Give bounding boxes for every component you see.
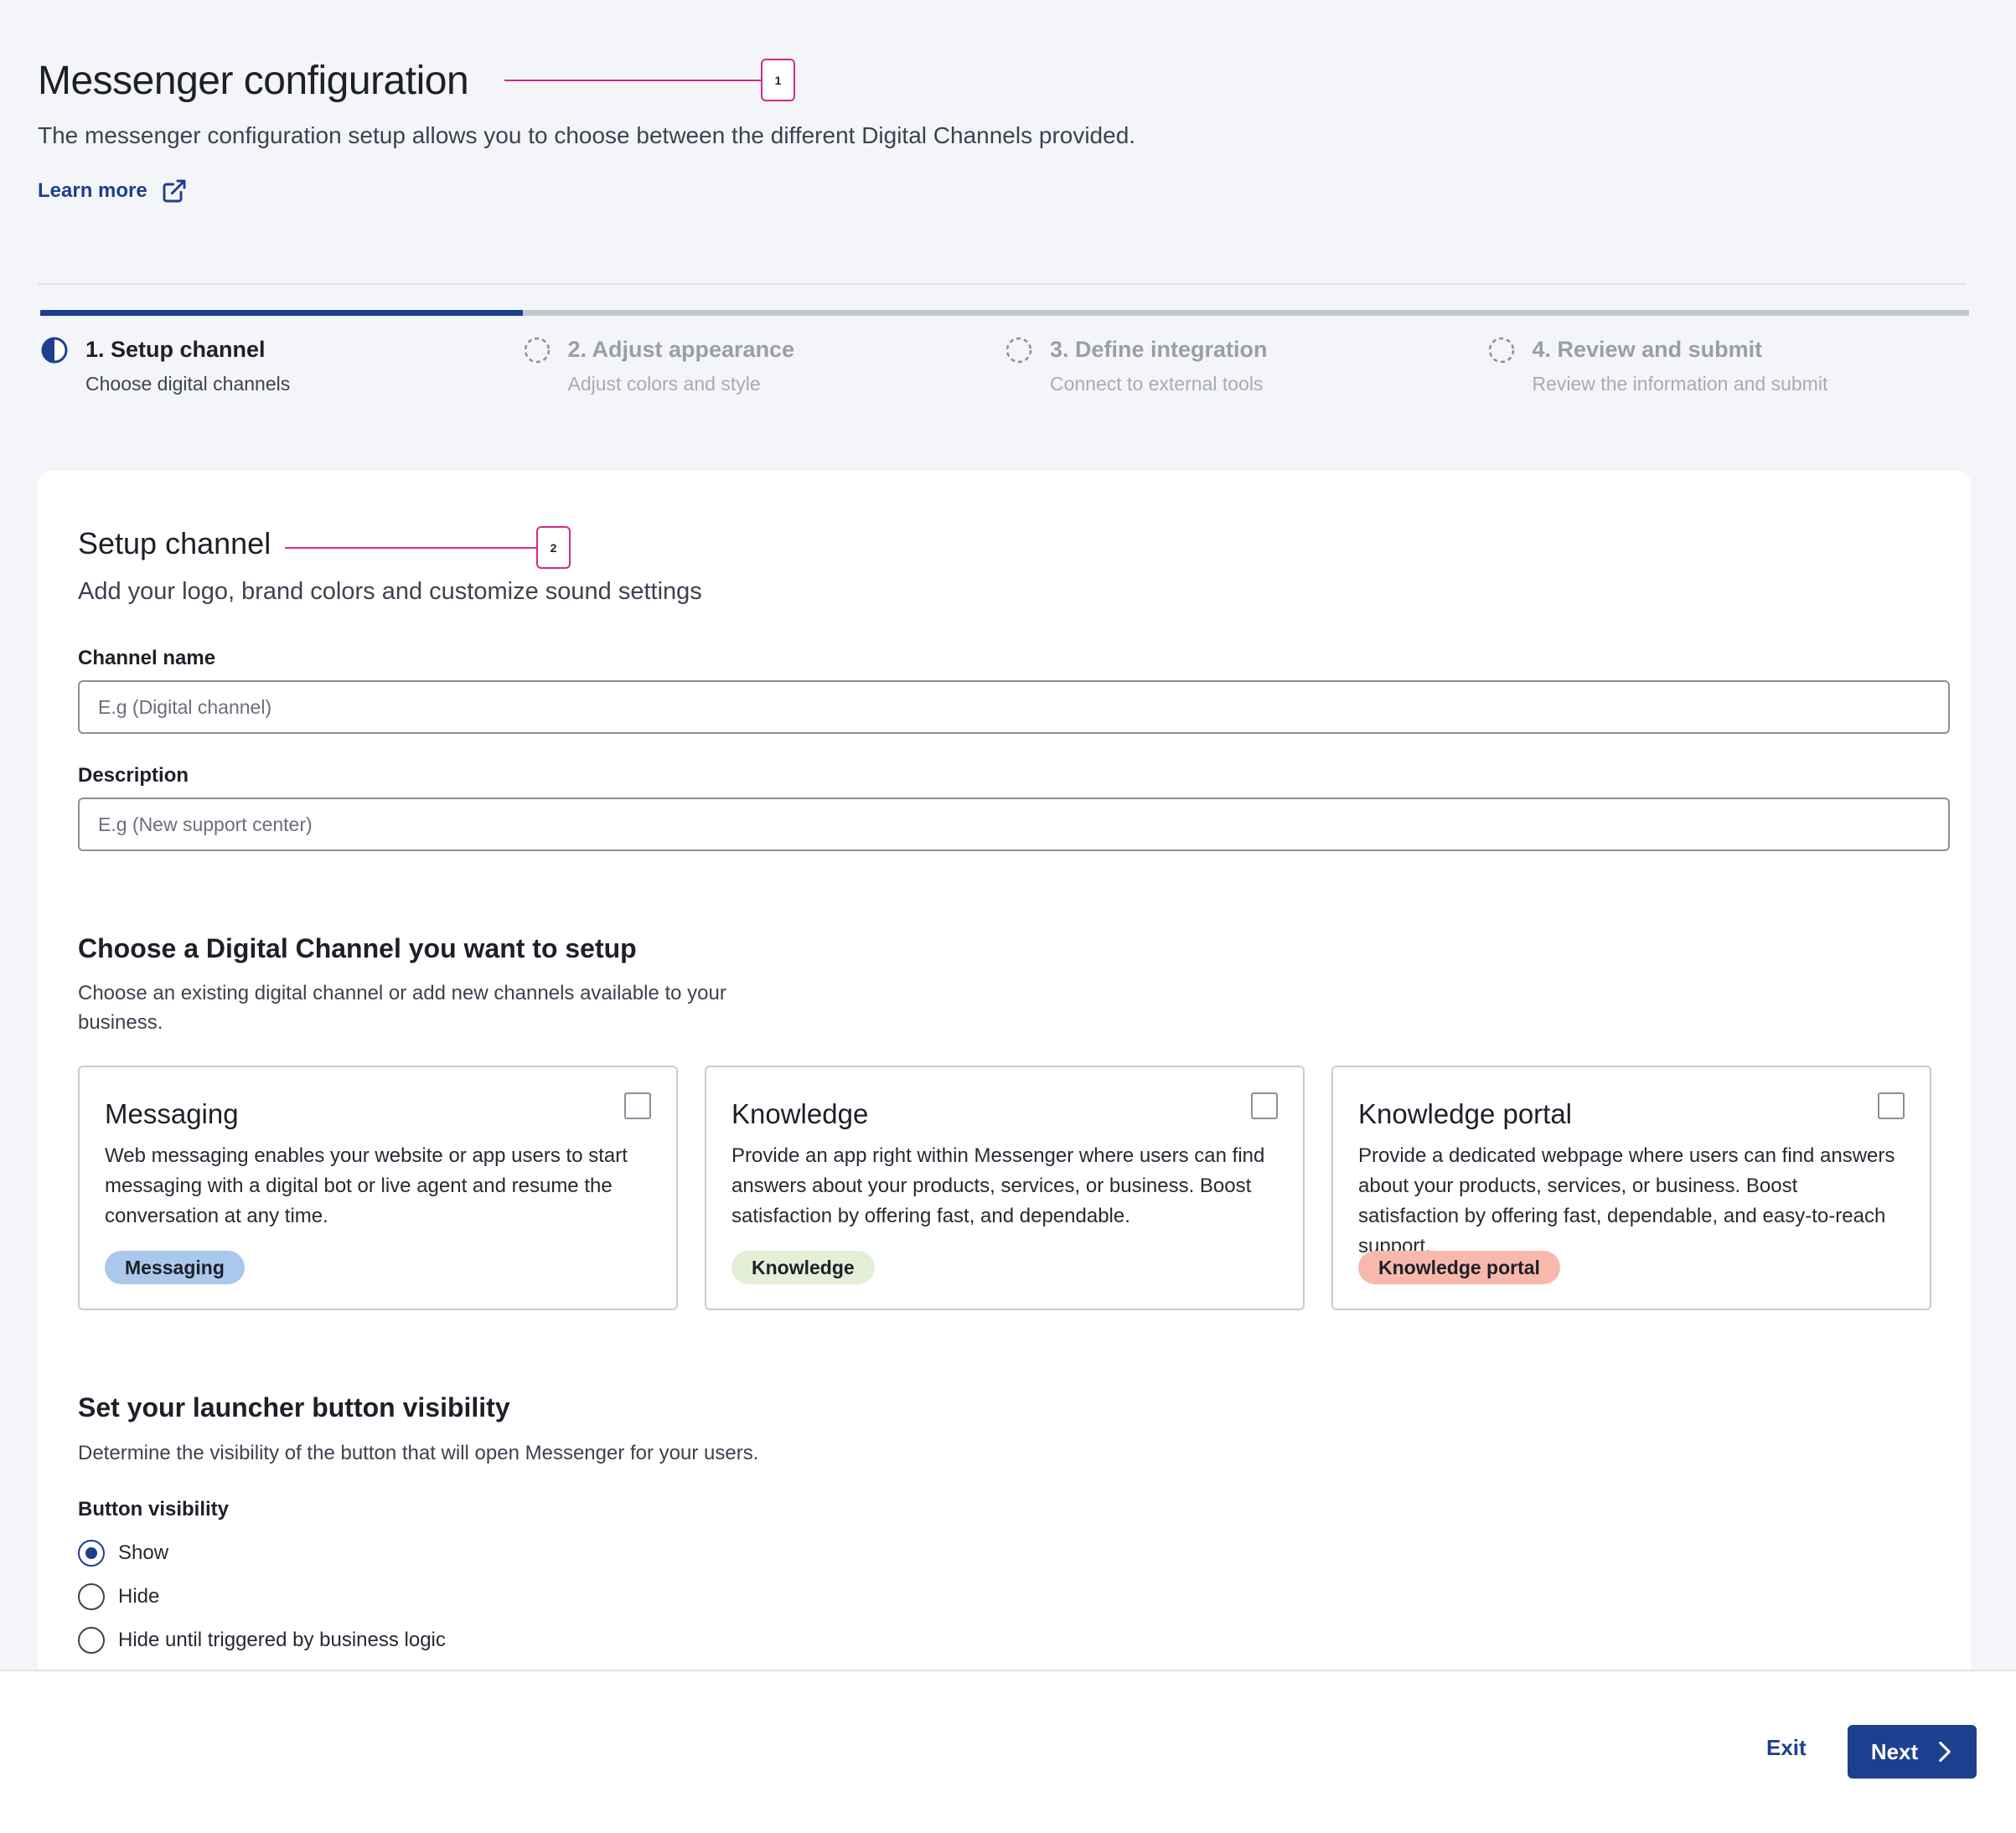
tile-tag: Knowledge [731, 1251, 875, 1284]
step-progress-segment [1005, 310, 1487, 316]
channels-title: Choose a Digital Channel you want to set… [78, 933, 637, 963]
callout-number: 1 [761, 59, 795, 101]
channel-tile-knowledge[interactable]: Knowledge Provide an app right within Me… [705, 1066, 1305, 1310]
launcher-description: Determine the visibility of the button t… [78, 1442, 759, 1464]
tile-title: Messaging [105, 1098, 239, 1129]
step-subtitle: Choose digital channels [85, 373, 291, 395]
channel-name-input[interactable] [78, 680, 1950, 734]
tile-title: Knowledge portal [1358, 1098, 1573, 1129]
learn-more-label: Learn more [38, 179, 147, 202]
step-review-submit[interactable]: 4. Review and submit Review the informat… [1487, 334, 1970, 395]
section-title: Setup channel [78, 526, 271, 560]
tile-description: Provide a dedicated webpage where users … [1358, 1144, 1895, 1257]
tile-checkbox[interactable] [1251, 1092, 1278, 1119]
radio-hide[interactable]: Hide [78, 1575, 446, 1619]
step-subtitle: Adjust colors and style [567, 373, 761, 395]
description-input[interactable] [78, 798, 1950, 851]
setup-card: Setup channel 2 Add your logo, brand col… [38, 471, 1971, 1753]
radio-unselected-icon [78, 1583, 105, 1610]
radio-label: Hide [118, 1585, 160, 1608]
channel-tile-messaging[interactable]: Messaging Web messaging enables your web… [78, 1066, 678, 1310]
page-title: Messenger configuration [38, 59, 469, 103]
learn-more-link[interactable]: Learn more [38, 178, 188, 204]
step-progress-segment [40, 310, 523, 316]
external-link-icon [163, 179, 186, 203]
step-progress-segment [522, 310, 1005, 316]
annotation-callout-1: 1 [504, 59, 795, 101]
step-title: 4. Review and submit [1532, 337, 1763, 362]
section-subtitle: Add your logo, brand colors and customiz… [78, 578, 702, 605]
tile-description: Web messaging enables your website or ap… [105, 1144, 628, 1227]
dashed-circle-icon [524, 337, 550, 364]
channels-description: Choose an existing digital channel or ad… [78, 982, 726, 1034]
annotation-callout-2: 2 [285, 526, 571, 569]
button-visibility-radio-group: Show Hide Hide until triggered by busine… [78, 1531, 446, 1662]
exit-button[interactable]: Exit [1766, 1735, 1807, 1761]
radio-selected-icon [78, 1540, 105, 1567]
button-visibility-label: Button visibility [78, 1498, 229, 1521]
radio-label: Hide until triggered by business logic [118, 1629, 446, 1651]
tile-checkbox[interactable] [1878, 1092, 1905, 1119]
channel-name-label: Channel name [78, 647, 216, 669]
step-title: 1. Setup channel [85, 337, 266, 362]
radio-label: Show [118, 1541, 169, 1564]
step-title: 3. Define integration [1050, 337, 1268, 362]
callout-number: 2 [536, 526, 571, 569]
channel-tiles: Messaging Web messaging enables your web… [78, 1066, 1931, 1310]
step-title: 2. Adjust appearance [567, 337, 795, 362]
description-label: Description [78, 764, 189, 787]
chevron-right-icon [1939, 1741, 1951, 1763]
dashed-circle-icon [1488, 337, 1514, 364]
tile-checkbox[interactable] [624, 1092, 651, 1119]
channel-tile-knowledge-portal[interactable]: Knowledge portal Provide a dedicated web… [1331, 1066, 1931, 1310]
footer-bar: Exit Next [0, 1670, 2016, 1833]
radio-unselected-icon [78, 1627, 105, 1654]
header-divider [38, 283, 1967, 285]
stepper-progress-track [40, 310, 1969, 316]
stepper: 1. Setup channel Choose digital channels… [40, 310, 1969, 395]
page-description: The messenger configuration setup allows… [38, 122, 1136, 148]
tile-tag: Knowledge portal [1358, 1251, 1560, 1284]
tile-tag: Messaging [105, 1251, 245, 1284]
step-setup-channel[interactable]: 1. Setup channel Choose digital channels [40, 334, 523, 395]
tile-description: Provide an app right within Messenger wh… [731, 1144, 1265, 1227]
next-button-label: Next [1870, 1738, 1919, 1764]
page-header: Messenger configuration The messenger co… [38, 52, 1965, 204]
radio-show[interactable]: Show [78, 1531, 446, 1575]
radio-hide-until-triggered[interactable]: Hide until triggered by business logic [78, 1619, 446, 1662]
step-adjust-appearance[interactable]: 2. Adjust appearance Adjust colors and s… [523, 334, 1005, 395]
step-subtitle: Connect to external tools [1050, 373, 1264, 395]
next-button[interactable]: Next [1848, 1725, 1977, 1779]
step-progress-segment [1486, 310, 1969, 316]
tile-title: Knowledge [731, 1098, 869, 1129]
dashed-circle-icon [1005, 337, 1032, 364]
launcher-title: Set your launcher button visibility [78, 1392, 510, 1423]
half-filled-circle-icon [41, 337, 68, 364]
step-define-integration[interactable]: 3. Define integration Connect to externa… [1005, 334, 1487, 395]
step-subtitle: Review the information and submit [1532, 373, 1828, 395]
